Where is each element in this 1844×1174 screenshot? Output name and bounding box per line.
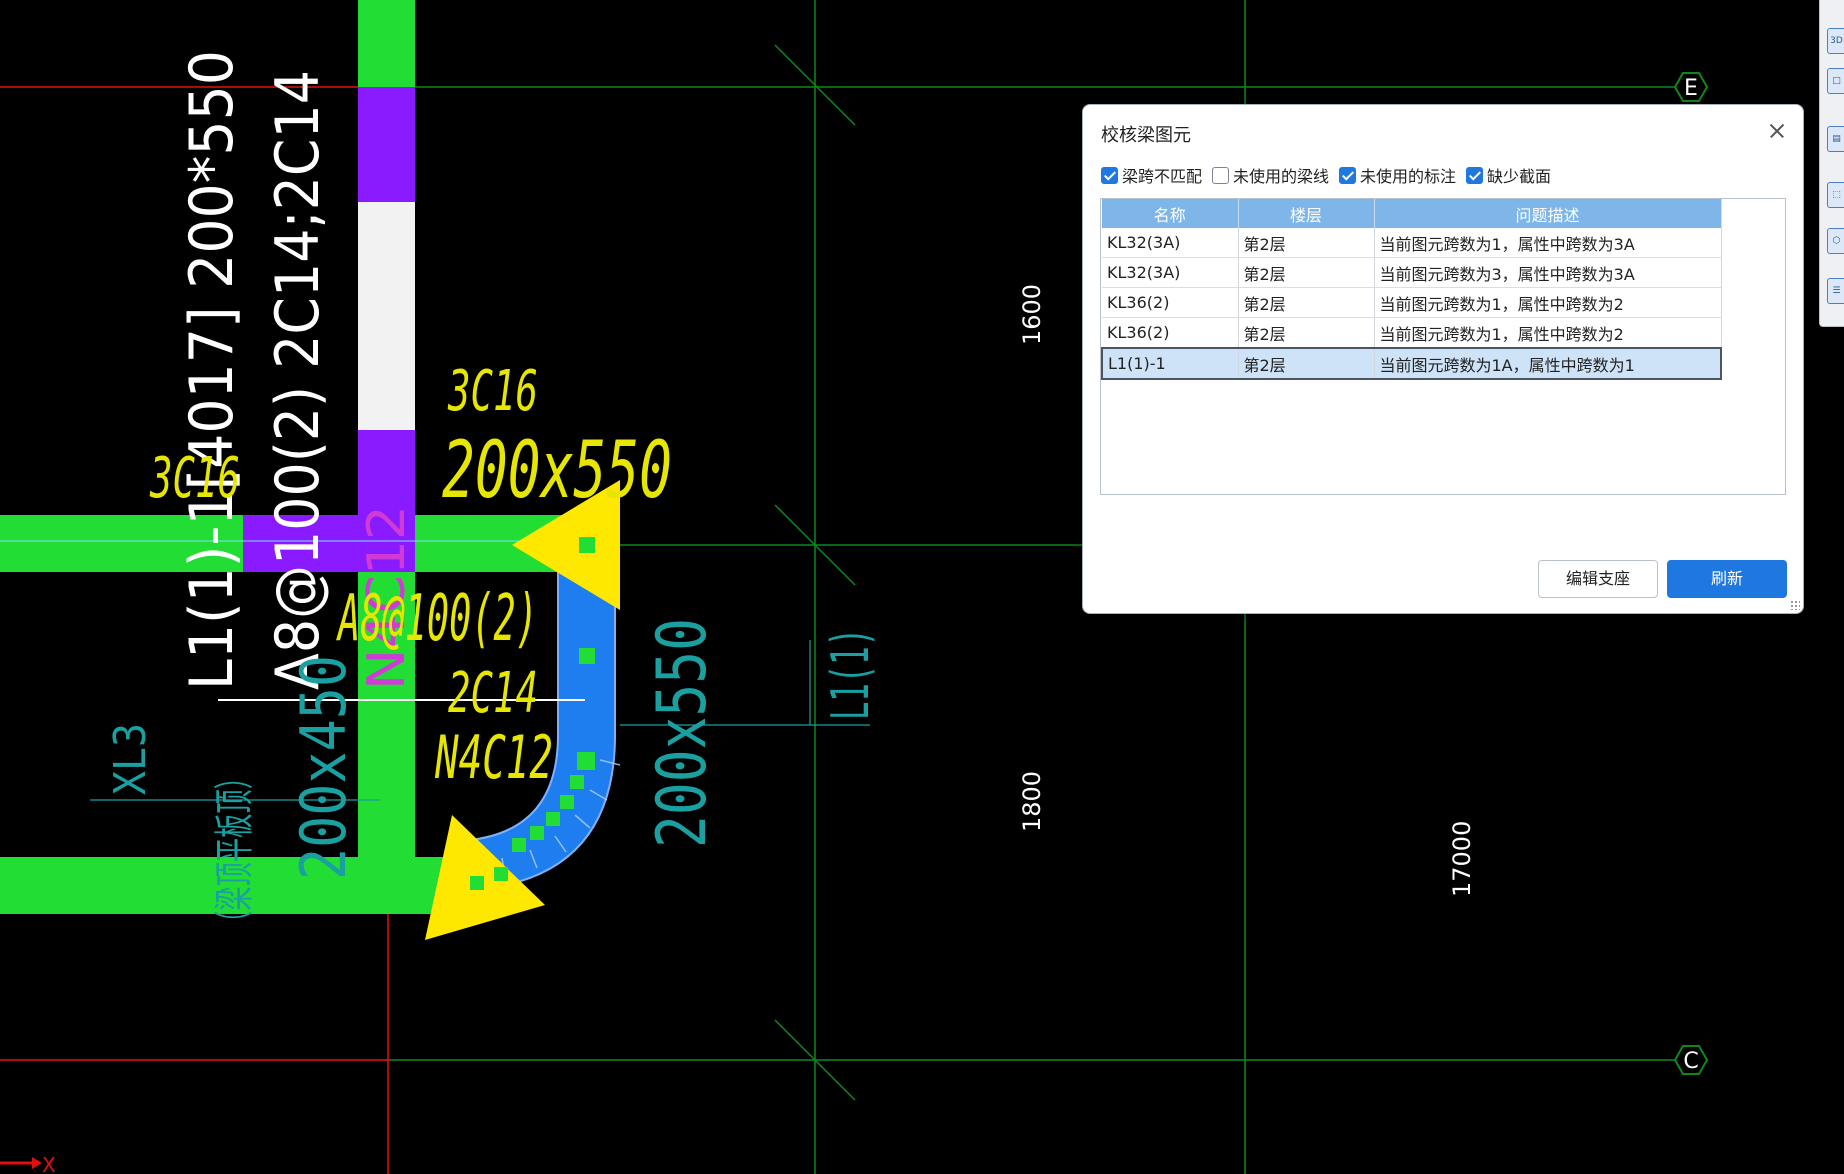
checkbox-icon[interactable] [1212,166,1230,184]
select-icon[interactable]: ⬚ [1827,182,1844,208]
beam-label-main: L1(1)-1[4017] 200*550 [177,50,247,690]
dimension-17000: 17000 [1448,821,1476,897]
checkbox-icon[interactable] [1101,166,1118,184]
filter-unused-beam-lines[interactable]: 未使用的梁线 [1212,163,1329,187]
3d-view-icon[interactable]: 3D [1827,28,1844,54]
filter-unused-annotations[interactable]: 未使用的标注 [1339,163,1456,187]
label-n4c12-yellow: N4C12 [434,723,553,793]
dimension-1600: 1600 [1018,284,1046,345]
check-beam-dialog: 校核梁图元 梁跨不匹配 未使用的梁线 未使用的标注 缺少截面 名称 楼层 问题描… [1082,104,1804,614]
filter-span-mismatch[interactable]: 梁跨不匹配 [1101,163,1202,187]
svg-text:C: C [1683,1049,1698,1074]
beam-purple-lower[interactable] [358,430,415,515]
ucs-icon: X [0,1153,56,1174]
label-3c16-top: 3C16 [447,359,538,424]
table-row[interactable]: KL32(3A) 第2层 当前图元跨数为1，属性中跨数为3A [1102,228,1722,258]
table-row-selected[interactable]: L1(1)-1 第2层 当前图元跨数为1A，属性中跨数为1 [1101,347,1722,380]
axis-bubble-e[interactable]: E [1673,72,1709,102]
box-icon[interactable]: □ [1827,68,1844,94]
beam-white-segment[interactable] [358,202,415,430]
label-size-yellow: 200x550 [442,426,672,516]
table-header: 名称 楼层 问题描述 [1102,199,1722,228]
edit-support-button[interactable]: 编辑支座 [1538,560,1658,598]
column-header-description[interactable]: 问题描述 [1374,199,1722,228]
filter-missing-section[interactable]: 缺少截面 [1466,163,1551,187]
label-xl3: XL3 [105,723,156,795]
beam-top-vertical-segment[interactable] [358,0,415,87]
beam-label-rebar: A8@100(2) 2C14;2C14 [263,70,333,690]
filter-checkboxes: 梁跨不匹配 未使用的梁线 未使用的标注 缺少截面 [1101,163,1561,187]
label-size-cyan-right: 200x550 [643,618,722,848]
label-size-cyan-left: 200x450 [287,655,360,880]
label-stirrup-yellow: A8@100(2) [336,582,538,656]
label-l1-cyan: L1(1) [821,628,881,720]
svg-text:X: X [42,1153,56,1174]
resize-grip-icon[interactable] [1790,600,1800,610]
dimension-1800: 1800 [1018,771,1046,832]
checkbox-icon[interactable] [1466,166,1484,184]
table-row[interactable]: KL36(2) 第2层 当前图元跨数为1，属性中跨数为2 [1102,317,1722,349]
table-row[interactable]: KL36(2) 第2层 当前图元跨数为1，属性中跨数为2 [1102,287,1722,318]
axis-bubble-c[interactable]: C [1673,1045,1709,1075]
table-row[interactable]: KL32(3A) 第2层 当前图元跨数为3，属性中跨数为3A [1102,257,1722,288]
beam-purple-upper[interactable] [358,87,415,202]
issue-table: 名称 楼层 问题描述 KL32(3A) 第2层 当前图元跨数为1，属性中跨数为3… [1100,198,1786,495]
layer-icon[interactable]: ▤ [1827,126,1844,152]
list-icon[interactable]: ☰ [1827,278,1844,304]
cube-icon[interactable]: ⬡ [1827,228,1844,254]
checkbox-icon[interactable] [1339,166,1357,184]
column-header-name[interactable]: 名称 [1102,199,1239,228]
label-2c14-yellow: 2C14 [448,661,538,726]
right-toolstrip: 3D □ ▤ ⬚ ⬡ ☰ [1819,0,1844,327]
dialog-title: 校核梁图元 [1101,125,1191,146]
label-3c16-left: 3C16 [149,446,240,511]
svg-text:E: E [1684,76,1698,101]
label-beam-top-note: （梁顶平板顶） [212,765,258,935]
column-header-floor[interactable]: 楼层 [1238,199,1375,228]
close-icon[interactable] [1765,119,1789,143]
refresh-button[interactable]: 刷新 [1667,560,1787,598]
